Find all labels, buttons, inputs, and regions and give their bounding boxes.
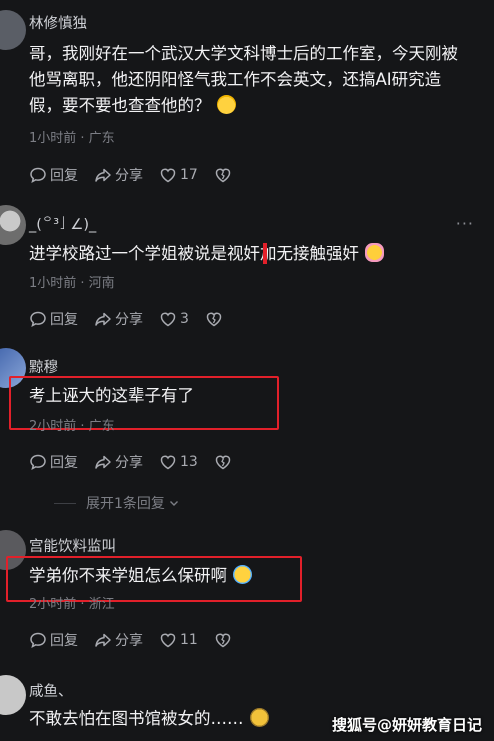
like-button[interactable]: 11 <box>159 631 198 649</box>
like-count: 3 <box>180 311 189 327</box>
reply-icon <box>30 311 46 327</box>
like-count: 13 <box>180 454 198 470</box>
like-count: 11 <box>180 632 198 648</box>
comment-author[interactable]: _(꒪³」∠)_ <box>29 213 96 233</box>
like-button[interactable]: 3 <box>159 310 189 328</box>
reply-label: 回复 <box>50 312 78 328</box>
like-count: 17 <box>180 167 198 183</box>
share-icon <box>95 168 111 182</box>
watermark: 搜狐号@妍妍教育日记 <box>331 716 482 734</box>
comment-text: 进学校路过一个学姐被说是视奸加无接触强奸 <box>29 241 474 267</box>
reply-label: 回复 <box>50 633 78 649</box>
comment-author[interactable]: 咸鱼、 <box>29 680 73 701</box>
dislike-button[interactable] <box>205 310 223 328</box>
comment-meta: 2小时前 · 广东 <box>29 419 115 434</box>
comment-text: 哥，我刚好在一个武汉大学文科博士后的工作室，今天刚被他骂离职，他还阴阳怪气我工作… <box>29 44 458 115</box>
share-label: 分享 <box>115 633 143 649</box>
broken-heart-icon <box>215 455 231 470</box>
reply-label: 回复 <box>50 455 78 471</box>
comment-author[interactable]: 林修慎独 <box>29 12 87 33</box>
comment-author[interactable]: 宫能饮料监叫 <box>29 535 116 556</box>
hug-emoji <box>365 243 384 262</box>
share-button[interactable]: 分享 <box>94 630 143 650</box>
share-button[interactable]: 分享 <box>94 452 143 472</box>
chevron-down-icon <box>169 501 178 506</box>
share-button[interactable]: 分享 <box>94 165 143 185</box>
heart-icon <box>160 455 176 470</box>
comment-actions: 回复 分享 13 <box>29 451 248 473</box>
like-button[interactable]: 13 <box>159 453 198 471</box>
heart-icon <box>160 168 176 183</box>
comment-text: 学弟你不来学姐怎么保研啊 <box>29 563 474 589</box>
expand-replies-label: 展开1条回复 <box>86 496 165 512</box>
reply-button[interactable]: 回复 <box>29 165 78 185</box>
heart-icon <box>160 633 176 648</box>
share-icon <box>95 633 111 647</box>
reply-icon <box>30 454 46 470</box>
comment-actions: 回复 分享 3 <box>29 308 239 330</box>
avatar[interactable] <box>0 675 26 715</box>
share-label: 分享 <box>115 455 143 471</box>
comment-actions: 回复 分享 11 <box>29 629 248 651</box>
comment-meta: 2小时前 · 浙江 <box>29 597 115 612</box>
reply-label: 回复 <box>50 168 78 184</box>
reply-button[interactable]: 回复 <box>29 630 78 650</box>
share-label: 分享 <box>115 168 143 184</box>
broken-heart-icon <box>215 168 231 183</box>
divider <box>54 502 76 504</box>
comment-text: 考上诬大的这辈子有了 <box>29 386 194 405</box>
comment-author[interactable]: 黥穆 <box>29 356 58 377</box>
dislike-button[interactable] <box>214 453 232 471</box>
like-button[interactable]: 17 <box>159 166 198 184</box>
sweat-emoji <box>249 708 269 727</box>
broken-heart-icon <box>215 633 231 648</box>
heart-icon <box>160 312 176 327</box>
expand-replies-button[interactable]: 展开1条回复 <box>54 493 180 513</box>
share-button[interactable]: 分享 <box>94 309 143 329</box>
broken-heart-icon <box>206 312 222 327</box>
more-options-button[interactable]: ··· <box>456 214 474 233</box>
dislike-button[interactable] <box>214 631 232 649</box>
reply-icon <box>30 632 46 648</box>
share-icon <box>95 312 111 326</box>
crying-emoji <box>233 565 252 584</box>
reply-button[interactable]: 回复 <box>29 309 78 329</box>
highlight-marker <box>263 243 267 264</box>
share-label: 分享 <box>115 312 143 328</box>
avatar[interactable] <box>0 205 26 245</box>
avatar[interactable] <box>0 10 26 50</box>
comment-actions: 回复 分享 17 <box>29 164 248 186</box>
dislike-button[interactable] <box>214 166 232 184</box>
reply-button[interactable]: 回复 <box>29 452 78 472</box>
share-icon <box>95 455 111 469</box>
comment-meta: 1小时前 · 广东 <box>29 131 115 146</box>
comment-meta: 1小时前 · 河南 <box>29 276 115 291</box>
reply-icon <box>30 167 46 183</box>
laughing-sweat-emoji <box>216 95 236 114</box>
